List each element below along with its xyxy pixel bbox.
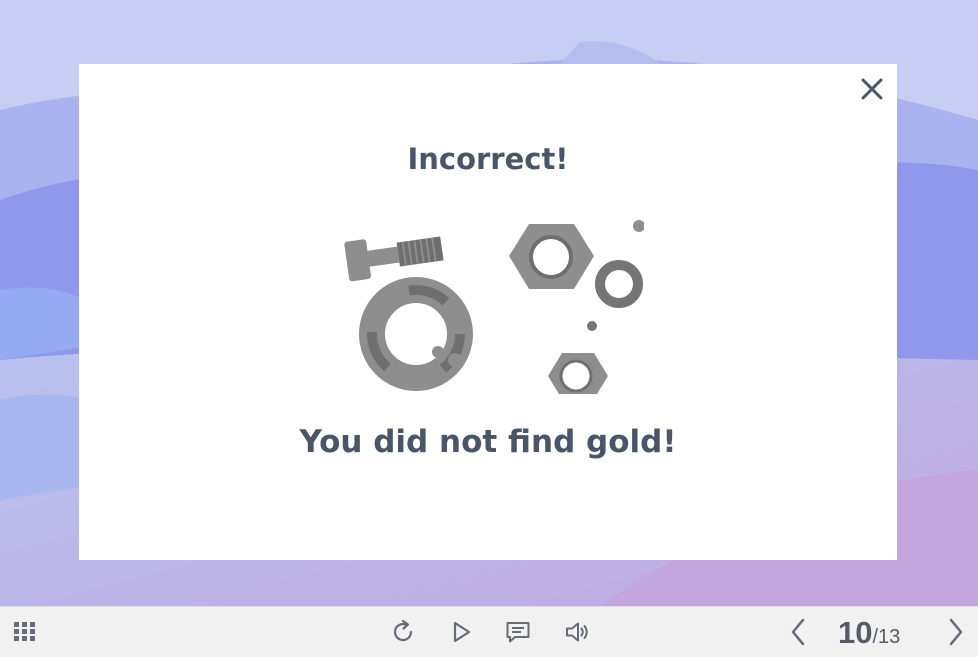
grid-menu-icon <box>14 622 35 641</box>
volume-button[interactable] <box>560 607 594 657</box>
replay-icon <box>393 619 413 642</box>
play-icon <box>453 621 471 643</box>
captions-button[interactable] <box>501 607 535 657</box>
close-icon <box>861 78 883 100</box>
chevron-left-icon <box>791 618 805 646</box>
next-slide-button[interactable] <box>940 607 972 657</box>
volume-icon <box>566 622 588 642</box>
feedback-modal: Incorrect! You did not find gold! <box>79 64 897 560</box>
modal-message: You did not find gold! <box>299 424 677 460</box>
replay-button[interactable] <box>386 607 420 657</box>
slide-stage: Incorrect! You did not find gold! <box>0 0 978 606</box>
page-counter: 10 / 13 <box>838 611 900 655</box>
nuts-and-bolts-illustration <box>344 220 644 394</box>
player-toolbar: 10 / 13 <box>0 606 978 657</box>
close-button[interactable] <box>859 76 885 102</box>
page-current: 10 <box>838 615 873 650</box>
menu-button[interactable] <box>6 607 44 657</box>
modal-title: Incorrect! <box>407 142 569 176</box>
chevron-right-icon <box>949 618 963 646</box>
previous-slide-button[interactable] <box>782 607 814 657</box>
page-total: 13 <box>878 626 901 648</box>
play-button[interactable] <box>444 607 478 657</box>
comment-icon <box>506 622 530 643</box>
